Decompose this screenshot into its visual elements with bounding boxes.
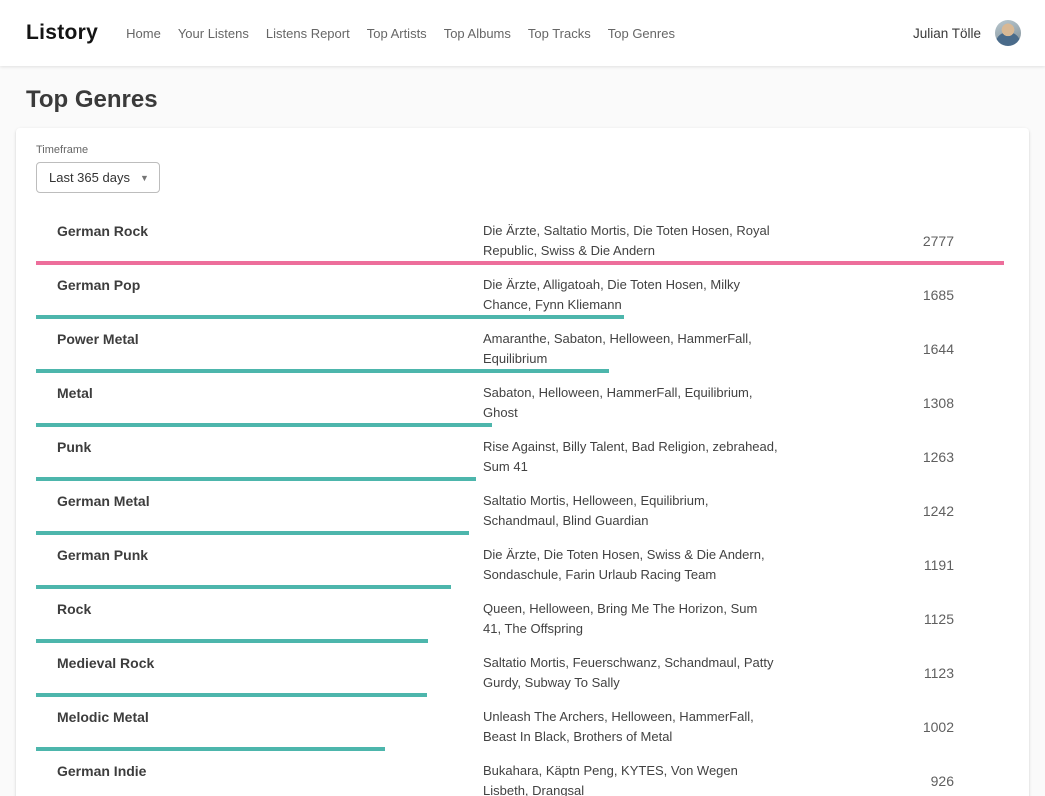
genre-row-cells: German Pop Die Ärzte, Alligatoah, Die To…: [36, 275, 1004, 315]
genre-row[interactable]: German Pop Die Ärzte, Alligatoah, Die To…: [36, 265, 1004, 319]
genre-row[interactable]: Rock Queen, Helloween, Bring Me The Hori…: [36, 589, 1004, 643]
genre-row-cells: Rock Queen, Helloween, Bring Me The Hori…: [36, 599, 1004, 639]
genre-row-cells: German Rock Die Ärzte, Saltatio Mortis, …: [36, 221, 1004, 261]
nav-item-top-genres[interactable]: Top Genres: [608, 26, 675, 41]
nav-item-top-albums[interactable]: Top Albums: [444, 26, 511, 41]
genre-count: 1308: [778, 395, 1004, 411]
genre-name: Punk: [36, 437, 483, 477]
nav-item-top-tracks[interactable]: Top Tracks: [528, 26, 591, 41]
genre-row[interactable]: Power Metal Amaranthe, Sabaton, Hellowee…: [36, 319, 1004, 373]
genre-row[interactable]: Melodic Metal Unleash The Archers, Hello…: [36, 697, 1004, 751]
genre-name: German Metal: [36, 491, 483, 531]
app-logo[interactable]: Listory: [26, 21, 98, 45]
genre-row[interactable]: Metal Sabaton, Helloween, HammerFall, Eq…: [36, 373, 1004, 427]
genre-name: German Pop: [36, 275, 483, 315]
genre-artists: Die Ärzte, Die Toten Hosen, Swiss & Die …: [483, 545, 778, 585]
timeframe-label: Timeframe: [36, 144, 1004, 156]
genre-artists: Die Ärzte, Alligatoah, Die Toten Hosen, …: [483, 275, 778, 315]
genre-artists: Queen, Helloween, Bring Me The Horizon, …: [483, 599, 778, 639]
genre-row-cells: German Metal Saltatio Mortis, Helloween,…: [36, 491, 1004, 531]
genre-name: Metal: [36, 383, 483, 423]
chevron-down-icon: ▼: [140, 173, 149, 183]
genre-artists: Saltatio Mortis, Feuerschwanz, Schandmau…: [483, 653, 778, 693]
genre-artists: Sabaton, Helloween, HammerFall, Equilibr…: [483, 383, 778, 423]
genre-count: 1125: [778, 611, 1004, 627]
user-menu: Julian Tölle: [913, 20, 1021, 46]
app-header: Listory Home Your Listens Listens Report…: [0, 0, 1045, 66]
genre-name: Medieval Rock: [36, 653, 483, 693]
genre-list: German Rock Die Ärzte, Saltatio Mortis, …: [36, 211, 1004, 796]
main-nav: Home Your Listens Listens Report Top Art…: [126, 26, 675, 41]
genre-count: 2777: [778, 233, 1004, 249]
genre-artists: Unleash The Archers, Helloween, HammerFa…: [483, 707, 778, 747]
genre-row[interactable]: Punk Rise Against, Billy Talent, Bad Rel…: [36, 427, 1004, 481]
genre-row-cells: Power Metal Amaranthe, Sabaton, Hellowee…: [36, 329, 1004, 369]
genre-count: 1685: [778, 287, 1004, 303]
genre-name: German Indie: [36, 761, 483, 796]
genre-row[interactable]: German Rock Die Ärzte, Saltatio Mortis, …: [36, 211, 1004, 265]
genre-row[interactable]: Medieval Rock Saltatio Mortis, Feuerschw…: [36, 643, 1004, 697]
genre-count: 1242: [778, 503, 1004, 519]
genre-artists: Bukahara, Käptn Peng, KYTES, Von Wegen L…: [483, 761, 778, 796]
genre-artists: Amaranthe, Sabaton, Helloween, HammerFal…: [483, 329, 778, 369]
page-title: Top Genres: [26, 86, 1019, 114]
genre-count: 926: [778, 773, 1004, 789]
user-avatar[interactable]: [995, 20, 1021, 46]
genre-count: 1123: [778, 665, 1004, 681]
timeframe-value: Last 365 days: [49, 170, 130, 185]
genre-name: German Punk: [36, 545, 483, 585]
genre-count: 1002: [778, 719, 1004, 735]
nav-item-top-artists[interactable]: Top Artists: [367, 26, 427, 41]
nav-item-home[interactable]: Home: [126, 26, 161, 41]
genre-name: Power Metal: [36, 329, 483, 369]
user-name: Julian Tölle: [913, 26, 981, 41]
genre-name: Melodic Metal: [36, 707, 483, 747]
genre-count: 1263: [778, 449, 1004, 465]
genre-row-cells: German Punk Die Ärzte, Die Toten Hosen, …: [36, 545, 1004, 585]
genre-row-cells: Metal Sabaton, Helloween, HammerFall, Eq…: [36, 383, 1004, 423]
nav-item-your-listens[interactable]: Your Listens: [178, 26, 249, 41]
genre-row-cells: Punk Rise Against, Billy Talent, Bad Rel…: [36, 437, 1004, 477]
nav-item-listens-report[interactable]: Listens Report: [266, 26, 350, 41]
genre-row[interactable]: German Punk Die Ärzte, Die Toten Hosen, …: [36, 535, 1004, 589]
genre-name: Rock: [36, 599, 483, 639]
genre-artists: Die Ärzte, Saltatio Mortis, Die Toten Ho…: [483, 221, 778, 261]
timeframe-control: Timeframe Last 365 days ▼: [36, 144, 1004, 193]
genre-row[interactable]: German Metal Saltatio Mortis, Helloween,…: [36, 481, 1004, 535]
genre-row-cells: Melodic Metal Unleash The Archers, Hello…: [36, 707, 1004, 747]
main-content: Top Genres Timeframe Last 365 days ▼ Ger…: [0, 86, 1045, 796]
genre-artists: Rise Against, Billy Talent, Bad Religion…: [483, 437, 778, 477]
genre-artists: Saltatio Mortis, Helloween, Equilibrium,…: [483, 491, 778, 531]
genre-row[interactable]: German Indie Bukahara, Käptn Peng, KYTES…: [36, 751, 1004, 796]
genre-count: 1191: [778, 557, 1004, 573]
genre-name: German Rock: [36, 221, 483, 261]
genre-row-cells: Medieval Rock Saltatio Mortis, Feuerschw…: [36, 653, 1004, 693]
genre-row-cells: German Indie Bukahara, Käptn Peng, KYTES…: [36, 761, 1004, 796]
genre-count: 1644: [778, 341, 1004, 357]
timeframe-select[interactable]: Last 365 days ▼: [36, 162, 160, 193]
top-genres-card: Timeframe Last 365 days ▼ German Rock Di…: [16, 128, 1029, 796]
